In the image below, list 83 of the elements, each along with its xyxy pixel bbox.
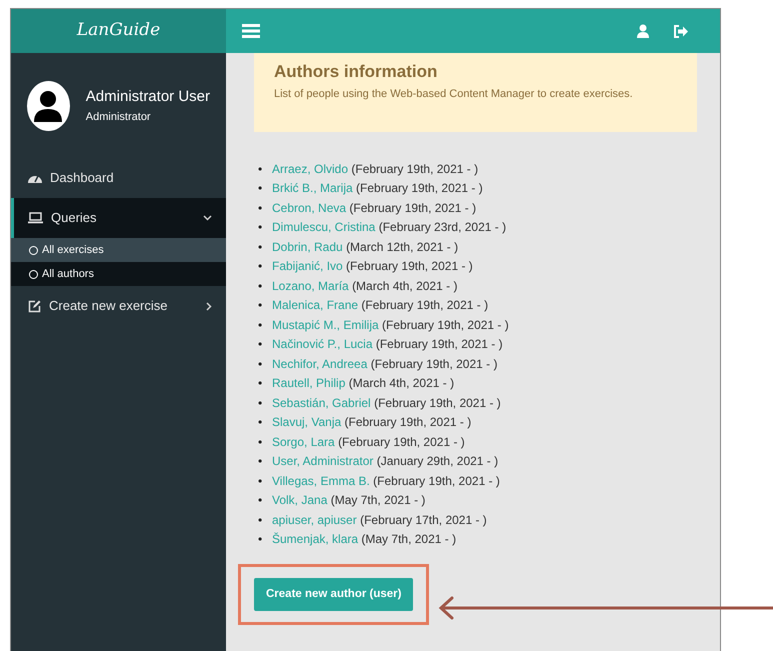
bullet-icon: • (258, 316, 272, 335)
bullet-icon: • (258, 198, 272, 218)
author-date: (February 19th, 2021 - ) (376, 337, 503, 351)
author-date: (February 19th, 2021 - ) (373, 474, 500, 488)
author-link[interactable]: Sebastián, Gabriel (272, 396, 371, 410)
menu-label: Create new exercise (49, 297, 168, 316)
author-link[interactable]: Villegas, Emma B. (272, 474, 370, 488)
author-link[interactable]: User, Administrator (272, 454, 374, 468)
author-date: (February 19th, 2021 - ) (344, 415, 472, 429)
author-link[interactable]: Dobrin, Radu (272, 240, 343, 254)
user-role: Administrator (86, 110, 152, 124)
author-link[interactable]: apiuser, apiuser (272, 512, 357, 526)
author-link[interactable]: Arraez, Olvido (272, 162, 348, 176)
bullet-icon: • (258, 394, 272, 413)
menu-icon[interactable] (242, 23, 260, 39)
author-date: (February 19th, 2021 - ) (370, 356, 498, 370)
author-link[interactable]: Šumenjak, klara (272, 532, 358, 546)
menu-item[interactable]: Dashboard (11, 158, 226, 198)
author-date: (February 19th, 2021 - ) (382, 318, 509, 332)
panel-text: List of people using the Web-based Content Manager to create exercises. (274, 86, 634, 102)
author-date: (May 7th, 2021 - ) (361, 532, 456, 546)
submenu-item[interactable]: All authors (11, 262, 226, 286)
menu-label: Dashboard (50, 169, 115, 188)
user-name: Administrator User (86, 87, 210, 107)
laptop-icon (28, 212, 43, 224)
author-link[interactable]: Malenica, Frane (272, 298, 358, 312)
author-link[interactable]: Dimulescu, Cristina (272, 220, 376, 234)
author-link[interactable]: Slavuj, Vanja (272, 415, 342, 429)
author-link[interactable]: Lozano, María (272, 278, 349, 292)
author-date: (January 29th, 2021 - ) (376, 454, 498, 468)
bullet-icon: • (258, 179, 272, 198)
bullet-icon: • (258, 530, 272, 550)
bullet-icon: • (258, 510, 272, 530)
bullet-icon: • (258, 472, 272, 491)
author-date: (February 19th, 2021 - ) (374, 396, 501, 410)
author-link[interactable]: Cebron, Neva (272, 200, 346, 214)
user-icon[interactable] (637, 24, 649, 38)
author-link[interactable]: Mustapić M., Emilija (272, 318, 379, 332)
bullet-icon: • (258, 296, 272, 316)
author-link[interactable]: Nechifor, Andreea (272, 356, 368, 370)
author-date: (March 12th, 2021 - ) (346, 240, 458, 254)
menu-label: Queries (51, 209, 98, 228)
menu-item[interactable]: Queries (11, 198, 226, 238)
logout-icon[interactable] (673, 24, 688, 38)
bullet-icon: • (258, 160, 272, 179)
circle-icon (29, 246, 38, 254)
author-date: (February 17th, 2021 - ) (360, 512, 487, 526)
submenu-item[interactable]: All exercises (11, 238, 226, 262)
bullet-icon: • (258, 354, 272, 374)
create-author-button[interactable]: Create new author (user) (254, 578, 414, 611)
author-date: (February 19th, 2021 - ) (346, 259, 473, 273)
bullet-icon: • (258, 335, 272, 354)
bullet-icon: • (258, 413, 272, 432)
author-date: (February 19th, 2021 - ) (351, 162, 478, 176)
bullet-icon: • (258, 257, 272, 276)
bullet-icon: • (258, 238, 272, 257)
bullet-icon: • (258, 218, 272, 238)
bullet-icon: • (258, 374, 272, 394)
avatar-icon (27, 80, 70, 130)
chevron-down-icon (203, 215, 212, 221)
author-date: (March 4th, 2021 - ) (348, 376, 454, 390)
author-link[interactable]: Rautell, Philip (272, 376, 346, 390)
author-link[interactable]: Sorgo, Lara (272, 434, 335, 448)
bullet-icon: • (258, 452, 272, 472)
author-link[interactable]: Volk, Jana (272, 493, 328, 507)
author-date: (February 19th, 2021 - ) (349, 200, 476, 214)
author-date: (February 23rd, 2021 - ) (378, 220, 506, 234)
author-link[interactable]: Brkić B., Marija (272, 181, 353, 195)
author-date: (May 7th, 2021 - ) (330, 493, 426, 507)
menu-item[interactable]: Create new exercise (11, 286, 226, 326)
chevron-right-icon (206, 302, 212, 310)
edit-icon (28, 300, 41, 312)
bullet-icon: • (258, 276, 272, 296)
author-date: (February 19th, 2021 - ) (361, 298, 488, 312)
author-link[interactable]: Fabijanić, Ivo (272, 259, 343, 273)
bullet-icon: • (258, 432, 272, 452)
author-date: (March 4th, 2021 - ) (352, 278, 458, 292)
bullet-icon: • (258, 491, 272, 510)
author-date: (February 19th, 2021 - ) (356, 181, 483, 195)
panel-title: Authors information (274, 61, 438, 83)
circle-icon (29, 270, 38, 278)
author-link[interactable]: Načinović P., Lucia (272, 337, 372, 351)
author-date: (February 19th, 2021 - ) (338, 434, 465, 448)
